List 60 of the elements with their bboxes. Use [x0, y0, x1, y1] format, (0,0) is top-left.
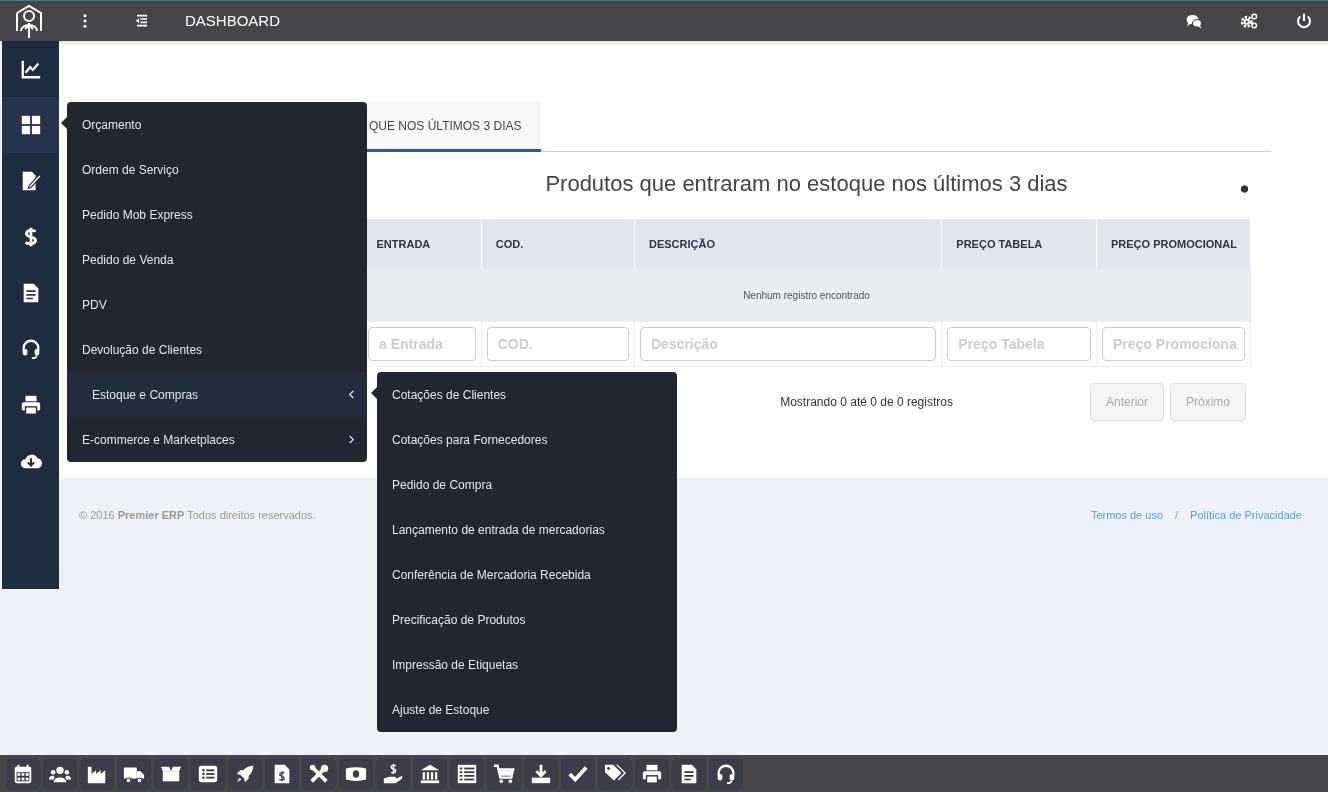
sidebar-item[interactable]	[2, 97, 59, 153]
users-button[interactable]	[43, 757, 77, 790]
panel-title: Produtos que entraram no estoque nos últimos 3 dias	[544, 171, 1069, 198]
line-chart-icon[interactable]	[19, 58, 42, 80]
printer-icon[interactable]	[19, 394, 42, 416]
page-title: DASHBOARD	[185, 10, 281, 31]
truck-button[interactable]	[117, 757, 151, 790]
column-header: COD.	[481, 219, 635, 270]
power-icon[interactable]	[1295, 12, 1313, 30]
check-button[interactable]	[561, 757, 595, 790]
menu-item[interactable]: Pedido de Compra	[377, 462, 677, 507]
table-button[interactable]	[450, 757, 484, 790]
cart-icon	[493, 762, 515, 785]
table-info: Mostrando 0 até 0 de 0 registros	[780, 393, 953, 411]
menu-item[interactable]: Lançamento de entrada de mercadorias	[377, 507, 677, 552]
menu-item[interactable]: Ajuste de Estoque	[377, 687, 677, 732]
calendar-button[interactable]	[6, 757, 40, 790]
menu-item[interactable]: Precificação de Produtos	[377, 597, 677, 642]
chevron-right-icon	[348, 435, 355, 444]
headset-button[interactable]	[709, 757, 743, 790]
gears-icon[interactable]	[1240, 12, 1258, 30]
column-header: DESCRIÇÃO	[634, 219, 942, 270]
copyright-text: © 2016 Premier ERP Todos direitos reservados.	[79, 508, 316, 523]
menu-item[interactable]: Cotações de Clientes	[377, 372, 677, 417]
menu-item[interactable]: Devolução de Clientes	[67, 327, 367, 372]
tools-icon	[308, 762, 330, 785]
document-button[interactable]	[672, 757, 706, 790]
download-icon	[530, 762, 552, 785]
tags-button[interactable]	[598, 757, 632, 790]
grid-icon[interactable]	[19, 114, 42, 136]
box-button[interactable]	[154, 757, 188, 790]
menu-item[interactable]: Impressão de Etiquetas	[377, 642, 677, 687]
menu-item[interactable]: Cotações para Fornecedores	[377, 417, 677, 462]
chat-icon[interactable]	[1185, 12, 1203, 30]
table-icon	[456, 762, 478, 785]
bank-icon	[419, 762, 441, 785]
money-bill-button[interactable]	[339, 757, 373, 790]
column-header: PREÇO PROMOCIONAL	[1096, 219, 1251, 270]
bank-button[interactable]	[413, 757, 447, 790]
column-header: PREÇO TABELA	[941, 219, 1097, 270]
printer-button[interactable]	[635, 757, 669, 790]
hand-coin-button[interactable]	[376, 757, 410, 790]
document-dollar-button[interactable]	[265, 757, 299, 790]
list-button[interactable]	[191, 757, 225, 790]
tab[interactable]: QUE NOS ÚLTIMOS 3 DIAS	[359, 101, 542, 152]
rocket-button[interactable]	[228, 757, 262, 790]
menu-item[interactable]: Conferência de Mercadoria Recebida	[377, 552, 677, 597]
download-button[interactable]	[524, 757, 558, 790]
hand-coin-icon	[382, 762, 404, 785]
headset-icon	[715, 762, 737, 785]
factory-button[interactable]	[80, 757, 114, 790]
menu-item[interactable]: E-commerce e Marketplaces	[67, 417, 367, 462]
calendar-icon	[12, 762, 34, 785]
cart-button[interactable]	[487, 757, 521, 790]
menu-item[interactable]: Estoque e Compras	[67, 372, 367, 417]
printer-icon	[641, 762, 663, 785]
separator-text: /	[1175, 509, 1179, 521]
chevron-left-icon	[348, 390, 355, 399]
indent-icon[interactable]	[133, 13, 149, 29]
tools-button[interactable]	[302, 757, 336, 790]
